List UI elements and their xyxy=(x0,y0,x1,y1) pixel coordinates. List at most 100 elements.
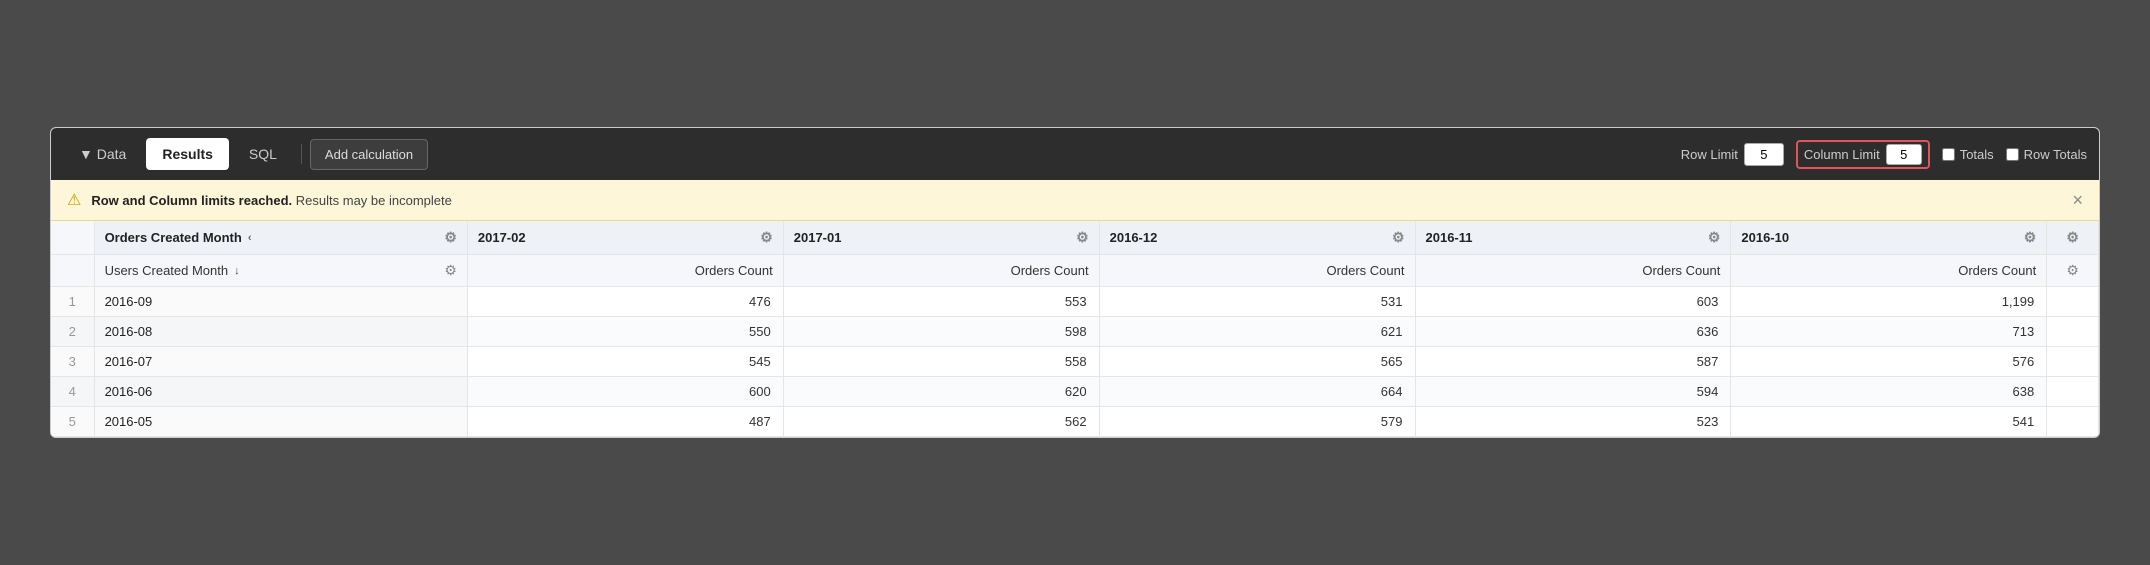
th-orders-created-month-label: Orders Created Month xyxy=(105,230,242,245)
table-header-row2: Users Created Month ↓ ⚙ Orders Count Ord… xyxy=(51,255,2099,287)
row-gear-cell xyxy=(2047,317,2099,347)
add-calculation-button[interactable]: Add calculation xyxy=(310,139,428,170)
th2-last-gear-icon[interactable]: ⚙ xyxy=(2066,262,2079,278)
row-gear-cell xyxy=(2047,377,2099,407)
table-body: 12016-094765535316031,19922016-085505986… xyxy=(51,287,2099,437)
row-data-cell: 638 xyxy=(1731,377,2047,407)
row-data-cell: 523 xyxy=(1415,407,1731,437)
th-row1-last-gear-icon[interactable]: ⚙ xyxy=(2066,229,2079,245)
row-gear-cell xyxy=(2047,407,2099,437)
th-col-2016-10: 2016-10 ⚙ xyxy=(1731,221,2047,255)
row-data-cell: 620 xyxy=(783,377,1099,407)
sort-down-arrow-icon: ↓ xyxy=(234,265,240,277)
main-container: ▼ Data Results SQL Add calculation Row L… xyxy=(50,127,2100,438)
row-totals-checkbox[interactable] xyxy=(2006,148,2019,161)
th-row1-col0-gear-icon[interactable]: ⚙ xyxy=(444,229,457,246)
row-data-cell: 713 xyxy=(1731,317,2047,347)
warning-banner: ⚠ Row and Column limits reached. Results… xyxy=(51,180,2099,221)
th-row1-col1-gear-icon[interactable]: ⚙ xyxy=(760,229,773,246)
table-header-row1: Orders Created Month ‹ ⚙ 2017-02 ⚙ xyxy=(51,221,2099,255)
row-data-cell: 636 xyxy=(1415,317,1731,347)
th2-orders-count-2-label: Orders Count xyxy=(1011,263,1089,278)
row-data-cell: 600 xyxy=(467,377,783,407)
th2-rownum xyxy=(51,255,94,287)
totals-group: Totals xyxy=(1942,147,1994,162)
tab-sql[interactable]: SQL xyxy=(233,138,293,170)
row-data-cell: 603 xyxy=(1415,287,1731,317)
row-data-cell: 558 xyxy=(783,347,1099,377)
row-data-cell: 1,199 xyxy=(1731,287,2047,317)
row-data-cell: 476 xyxy=(467,287,783,317)
table-row: 32016-07545558565587576 xyxy=(51,347,2099,377)
row-data-cell: 541 xyxy=(1731,407,2047,437)
th-col-2017-01: 2017-01 ⚙ xyxy=(783,221,1099,255)
row-number: 3 xyxy=(51,347,94,377)
data-table: Orders Created Month ‹ ⚙ 2017-02 ⚙ xyxy=(51,221,2099,437)
data-table-wrap: Orders Created Month ‹ ⚙ 2017-02 ⚙ xyxy=(51,221,2099,437)
th2-orders-count-4: Orders Count xyxy=(1415,255,1731,287)
row-label: 2016-05 xyxy=(94,407,467,437)
table-row: 12016-094765535316031,199 xyxy=(51,287,2099,317)
th-col-2016-11: 2016-11 ⚙ xyxy=(1415,221,1731,255)
th2-orders-count-1-label: Orders Count xyxy=(695,263,773,278)
table-row: 42016-06600620664594638 xyxy=(51,377,2099,407)
warning-rest: Results may be incomplete xyxy=(296,193,452,208)
row-gear-cell xyxy=(2047,287,2099,317)
toolbar-divider xyxy=(301,144,302,164)
row-number: 2 xyxy=(51,317,94,347)
row-label: 2016-07 xyxy=(94,347,467,377)
row-label: 2016-09 xyxy=(94,287,467,317)
th-col-2017-01-label: 2017-01 xyxy=(794,230,842,245)
totals-checkbox[interactable] xyxy=(1942,148,1955,161)
column-limit-input[interactable] xyxy=(1886,144,1922,165)
th-col-2017-02-label: 2017-02 xyxy=(478,230,526,245)
sort-left-icon: ‹ xyxy=(248,232,252,244)
row-limit-group: Row Limit xyxy=(1681,143,1784,166)
row-totals-group: Row Totals xyxy=(2006,147,2087,162)
row-data-cell: 579 xyxy=(1099,407,1415,437)
warning-text: Row and Column limits reached. Results m… xyxy=(91,193,452,208)
row-data-cell: 664 xyxy=(1099,377,1415,407)
row-number: 1 xyxy=(51,287,94,317)
th-orders-created-month: Orders Created Month ‹ ⚙ xyxy=(94,221,467,255)
row-data-cell: 562 xyxy=(783,407,1099,437)
row-label: 2016-06 xyxy=(94,377,467,407)
warning-bold: Row and Column limits reached. xyxy=(91,193,292,208)
tab-results[interactable]: Results xyxy=(146,138,229,170)
column-limit-label: Column Limit xyxy=(1804,147,1880,162)
th-row1-col2-gear-icon[interactable]: ⚙ xyxy=(1076,229,1089,246)
row-data-cell: 565 xyxy=(1099,347,1415,377)
tab-data[interactable]: ▼ Data xyxy=(63,138,142,170)
th-col-2016-12: 2016-12 ⚙ xyxy=(1099,221,1415,255)
totals-label: Totals xyxy=(1960,147,1994,162)
row-data-cell: 545 xyxy=(467,347,783,377)
th2-orders-count-3: Orders Count xyxy=(1099,255,1415,287)
warning-close-button[interactable]: × xyxy=(2072,191,2083,209)
toolbar: ▼ Data Results SQL Add calculation Row L… xyxy=(51,128,2099,180)
th-col-2016-10-label: 2016-10 xyxy=(1741,230,1789,245)
row-gear-cell xyxy=(2047,347,2099,377)
table-row: 52016-05487562579523541 xyxy=(51,407,2099,437)
warning-icon: ⚠ xyxy=(67,190,81,210)
th2-users-created-month: Users Created Month ↓ ⚙ xyxy=(94,255,467,287)
th2-orders-count-5-label: Orders Count xyxy=(1958,263,2036,278)
th-row1-last-gear: ⚙ xyxy=(2047,221,2099,255)
row-limit-input[interactable] xyxy=(1744,143,1784,166)
row-limit-label: Row Limit xyxy=(1681,147,1738,162)
row-totals-label: Row Totals xyxy=(2024,147,2087,162)
row-data-cell: 553 xyxy=(783,287,1099,317)
th2-orders-count-4-label: Orders Count xyxy=(1642,263,1720,278)
row-data-cell: 487 xyxy=(467,407,783,437)
column-limit-wrapper: Column Limit xyxy=(1796,140,1930,169)
th2-col0-gear-icon[interactable]: ⚙ xyxy=(444,262,457,279)
row-data-cell: 550 xyxy=(467,317,783,347)
toolbar-right: Row Limit Column Limit Totals Row Totals xyxy=(1681,140,2087,169)
row-number: 5 xyxy=(51,407,94,437)
th-row1-col3-gear-icon[interactable]: ⚙ xyxy=(1392,229,1405,246)
th2-orders-count-2: Orders Count xyxy=(783,255,1099,287)
th2-orders-count-3-label: Orders Count xyxy=(1326,263,1404,278)
row-data-cell: 587 xyxy=(1415,347,1731,377)
th-col-2016-12-label: 2016-12 xyxy=(1110,230,1158,245)
th-row1-col5-gear-icon[interactable]: ⚙ xyxy=(2024,229,2037,246)
th-row1-col4-gear-icon[interactable]: ⚙ xyxy=(1708,229,1721,246)
